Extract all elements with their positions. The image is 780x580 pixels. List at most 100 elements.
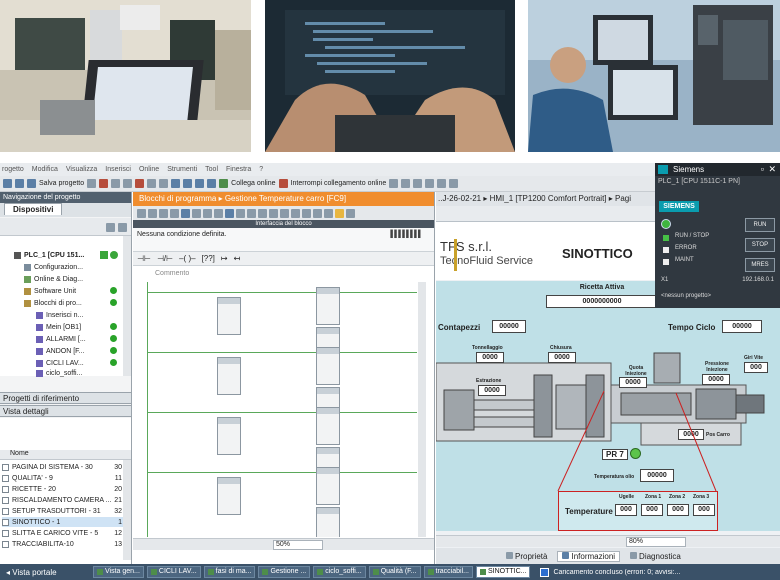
editor-tool-icon[interactable]	[159, 208, 168, 218]
monitor-icon[interactable]	[335, 208, 344, 218]
tonnellaggio-field[interactable]: 0000	[476, 352, 504, 363]
list-scrollbar[interactable]	[123, 460, 131, 560]
cross-reference-icon[interactable]	[425, 179, 435, 188]
taskbar-tab[interactable]: Gestione ...	[258, 566, 311, 578]
tab-devices[interactable]: Dispositivi	[4, 203, 63, 215]
taskbar-tab-active[interactable]: SINOTTIC...	[475, 566, 531, 578]
chiusura-field[interactable]: 0000	[548, 352, 576, 363]
function-box[interactable]	[217, 477, 241, 515]
tree-scrollbar[interactable]	[123, 236, 131, 376]
branch-open-icon[interactable]: ↦	[221, 254, 228, 263]
nc-contact-icon[interactable]: ⊣/⊢	[157, 254, 173, 263]
function-box[interactable]	[316, 407, 340, 445]
accessible-devices-icon[interactable]	[389, 179, 399, 188]
function-box[interactable]	[217, 297, 241, 335]
zone-field[interactable]: 000	[615, 504, 637, 516]
function-box[interactable]	[217, 417, 241, 455]
undo-icon[interactable]	[147, 179, 157, 188]
split-horizontal-icon[interactable]	[437, 179, 447, 188]
branch-close-icon[interactable]: ↤	[234, 254, 241, 263]
editor-tool-icon[interactable]	[247, 208, 256, 218]
contapezzi-field[interactable]: 00000	[492, 320, 526, 333]
editor-tool-icon[interactable]	[236, 208, 245, 218]
editor-tool-icon[interactable]	[148, 208, 157, 218]
download-icon[interactable]	[183, 179, 193, 188]
list-item[interactable]: SETUP TRASDUTTORI - 31 32	[2, 506, 128, 516]
split-vertical-icon[interactable]	[449, 179, 459, 188]
editor-tool-icon[interactable]	[302, 208, 311, 218]
portal-view-button[interactable]: ◂ Vista portale	[6, 568, 90, 577]
tab-diagnostics[interactable]: Diagnostica	[630, 551, 681, 561]
taskbar-tab[interactable]: Vista gen...	[93, 566, 144, 578]
close-icon[interactable]: ✕	[768, 163, 776, 176]
stop-button[interactable]: STOP	[745, 238, 775, 252]
function-box[interactable]	[316, 347, 340, 385]
function-box[interactable]	[316, 507, 340, 537]
compile-icon[interactable]	[171, 179, 181, 188]
editor-tool-icon[interactable]	[181, 208, 190, 218]
editor-tool-icon[interactable]	[269, 208, 278, 218]
zone-field[interactable]: 000	[667, 504, 689, 516]
list-item[interactable]: PAGINA DI SISTEMA - 30 30	[2, 462, 128, 472]
taskbar-tab[interactable]: tracciabil...	[423, 566, 473, 578]
section-reference-projects[interactable]: Progetti di riferimento	[0, 392, 131, 404]
new-project-icon[interactable]	[3, 179, 12, 188]
delete-icon[interactable]	[135, 179, 145, 188]
editor-tool-icon[interactable]	[192, 208, 201, 218]
upload-icon[interactable]	[195, 179, 205, 188]
print-icon[interactable]	[87, 179, 97, 188]
ladder-scrollbar[interactable]	[418, 282, 426, 537]
simulate-icon[interactable]	[207, 179, 217, 188]
pressione-iniezione-field[interactable]: 0000	[702, 374, 730, 385]
editor-tool-icon[interactable]	[137, 208, 146, 218]
copy-icon[interactable]	[111, 179, 121, 188]
block-interface-bar[interactable]: Interfaccia del blocco	[133, 220, 434, 228]
save-icon[interactable]	[27, 179, 36, 188]
editor-tool-icon[interactable]	[258, 208, 267, 218]
editor-tool-icon[interactable]	[291, 208, 300, 218]
tab-properties[interactable]: Proprietà	[506, 551, 547, 561]
tempo-ciclo-field[interactable]: 00000	[722, 320, 762, 333]
function-box[interactable]	[316, 287, 340, 325]
giri-vite-field[interactable]: 000	[744, 362, 768, 373]
menu-item[interactable]: ?	[259, 166, 263, 173]
start-cpu-icon[interactable]	[401, 179, 411, 188]
editor-tool-icon[interactable]	[225, 208, 234, 218]
no-contact-icon[interactable]: ⊣⊢	[137, 254, 151, 263]
list-item[interactable]: RICETTE - 20 20	[2, 484, 128, 494]
restore-icon[interactable]: ▫	[761, 163, 764, 176]
box-icon[interactable]: [??]	[202, 254, 215, 263]
menu-item[interactable]: rogetto	[2, 166, 24, 173]
section-details-view[interactable]: Vista dettagli	[0, 405, 131, 417]
function-box[interactable]	[217, 357, 241, 395]
menu-item[interactable]: Visualizza	[66, 166, 97, 173]
go-offline-button[interactable]: Interrompi collegamento online	[291, 180, 387, 187]
menu-item[interactable]: Tool	[205, 166, 218, 173]
taskbar-tab[interactable]: CICLI LAV...	[146, 566, 201, 578]
open-project-icon[interactable]	[15, 179, 24, 188]
editor-tool-icon[interactable]	[346, 208, 355, 218]
quota-iniezione-field[interactable]: 0000	[619, 377, 647, 388]
stop-cpu-icon[interactable]	[413, 179, 423, 188]
taskbar-tab[interactable]: Qualità (F...	[368, 566, 421, 578]
editor-tool-icon[interactable]	[214, 208, 223, 218]
taskbar-tab[interactable]: fasi di ma...	[203, 566, 256, 578]
save-project-button[interactable]: Salva progetto	[39, 180, 84, 187]
list-item[interactable]: TRACCIABILITA-10 13	[2, 539, 128, 549]
menu-item[interactable]: Inserisci	[105, 166, 131, 173]
tree-expand-icon[interactable]	[118, 223, 127, 232]
mres-button[interactable]: MRES	[745, 258, 775, 272]
list-item[interactable]: RISCALDAMENTO CAMERA ... 21	[2, 495, 128, 505]
tab-info[interactable]: Informazioni	[557, 550, 621, 562]
go-online-button[interactable]: Collega online	[231, 180, 275, 187]
coil-icon[interactable]: –( )–	[179, 254, 195, 263]
redo-icon[interactable]	[159, 179, 169, 188]
editor-zoom-select[interactable]: 50%	[273, 540, 323, 550]
zone-field[interactable]: 000	[641, 504, 663, 516]
ladder-diagram[interactable]	[133, 282, 426, 537]
taskbar-tab[interactable]: ciclo_soffi...	[313, 566, 366, 578]
run-button[interactable]: RUN	[745, 218, 775, 232]
list-item[interactable]: QUALITA' - 9 11	[2, 473, 128, 483]
tree-view-icon[interactable]	[106, 223, 115, 232]
menu-item[interactable]: Modifica	[32, 166, 58, 173]
